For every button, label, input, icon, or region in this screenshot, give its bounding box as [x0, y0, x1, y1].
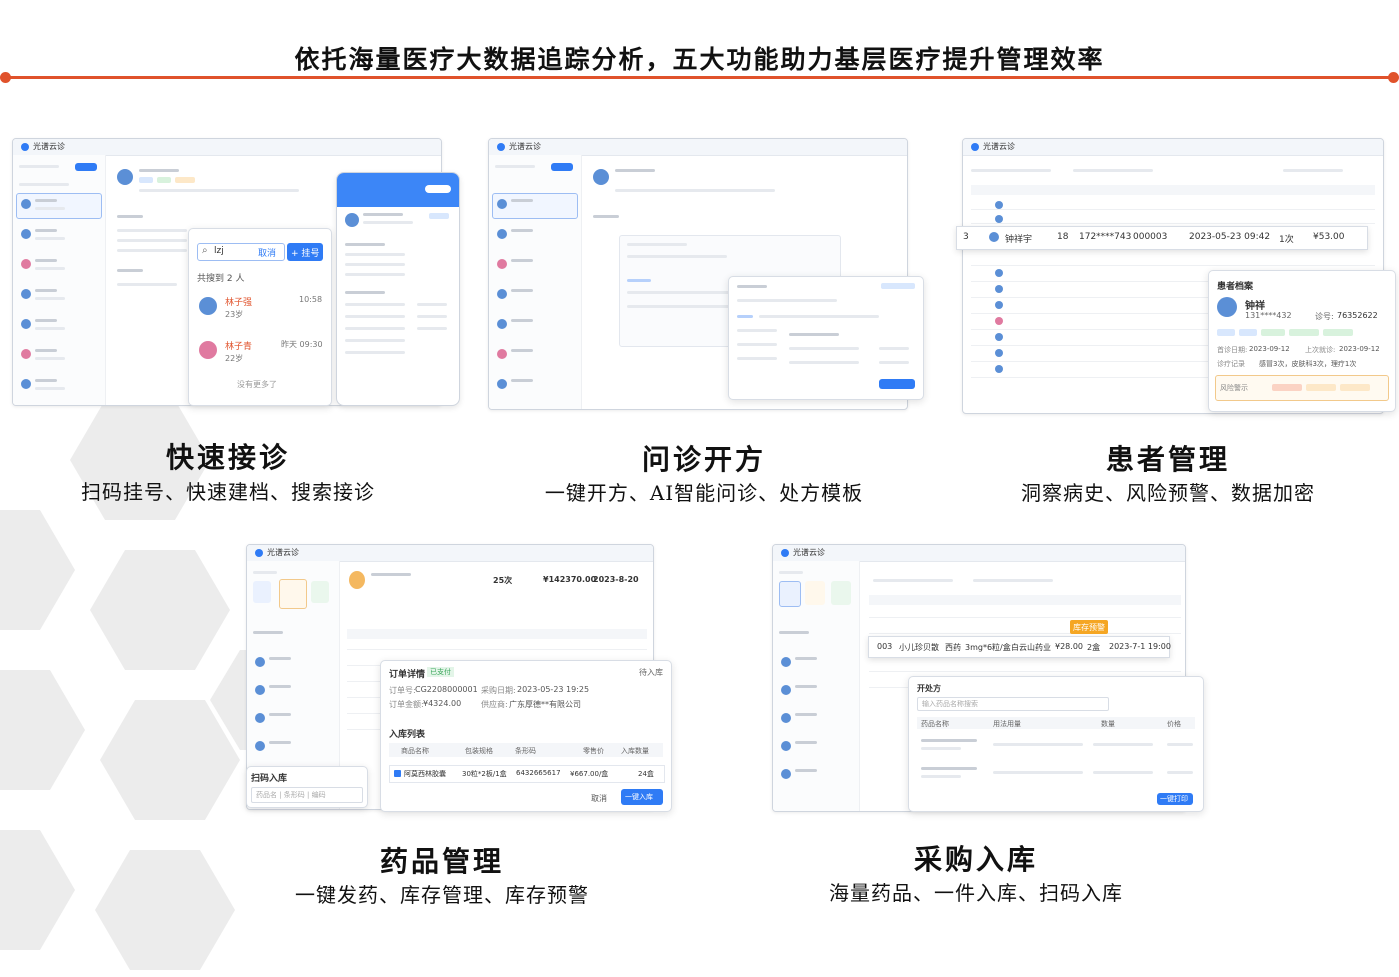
search-query: lzj	[214, 246, 224, 256]
search-cancel-button[interactable]: 取消	[258, 246, 276, 259]
stat-amount: ¥142370.00	[543, 575, 597, 584]
feature-title-patient: 患者管理	[1105, 443, 1230, 476]
patient-archive-panel: 患者档案 钟祥 131****432 诊号: 76352622 首诊日期: 20…	[1208, 270, 1396, 412]
feature-title-reception: 快速接诊	[165, 441, 290, 474]
feature-subtitle-patient: 洞察病史、风险预警、数据加密	[1021, 481, 1315, 505]
inbound-item-row[interactable]: 阿莫西林胶囊 30粒*2板/1盒 6432665617 ¥667.00/盒 24…	[389, 765, 665, 783]
feature-subtitle-purchase: 海量药品、一件入库、扫码入库	[829, 881, 1123, 905]
search-result-count: 共搜到 2 人	[197, 274, 245, 284]
purchase-rx-panel: 开处方 输入药品名称搜索 药品名称 用法用量 数量 价格 一键打印	[908, 676, 1204, 812]
print-button[interactable]: 一键打印	[1157, 793, 1193, 805]
mobile-preview	[336, 172, 460, 406]
patient-search-panel: ⌕ lzj 取消 + 挂号 共搜到 2 人 林子强 23岁 10:58 林子青 …	[188, 228, 332, 406]
page-title: 依托海量医疗大数据追踪分析，五大功能助力基层医疗提升管理效率	[294, 45, 1105, 74]
scan-input[interactable]: 药品名 | 条形码 | 编码	[251, 787, 363, 803]
patient-row-highlighted[interactable]: 3 钟祥宇 18 172****743 000003 2023-05-23 09…	[956, 226, 1368, 250]
divider-dot-right	[1388, 72, 1399, 83]
checkbox-icon[interactable]	[394, 770, 401, 777]
stat-count: 25次	[493, 576, 513, 585]
no-more-text: 没有更多了	[237, 380, 277, 389]
stat-date: 2023-8-20	[593, 575, 639, 584]
search-icon: ⌕	[202, 245, 208, 256]
feature-subtitle-consultation: 一键开方、AI智能问诊、处方模板	[544, 481, 864, 505]
drug-row-highlighted[interactable]: 003 小儿珍贝散 西药 3mg*6粒/盒 白云山药业 ¥28.00 2盒 20…	[868, 636, 1171, 658]
order-detail-panel: 订单详情 已支付 待入库 订单号: CG2208000001 采购日期: 202…	[380, 660, 672, 812]
stock-warning-badge: 库存预警	[1070, 620, 1108, 634]
divider-dot-left	[0, 72, 11, 83]
confirm-inbound-button[interactable]: 一键入库	[621, 789, 663, 805]
feature-subtitle-reception: 扫码挂号、快速建档、搜索接诊	[81, 480, 375, 504]
header-divider	[6, 76, 1393, 79]
scan-in-panel: 扫码入库 药品名 | 条形码 | 编码	[246, 766, 368, 808]
feature-title-drug: 药品管理	[379, 845, 504, 878]
register-button[interactable]: + 挂号	[287, 243, 323, 261]
prescription-panel	[728, 276, 924, 400]
feature-title-purchase: 采购入库	[913, 843, 1038, 876]
drug-search-input[interactable]: 输入药品名称搜索	[917, 697, 1109, 711]
scan-title: 扫码入库	[251, 774, 288, 784]
cancel-button[interactable]: 取消	[591, 793, 607, 804]
patient-search-input[interactable]: ⌕ lzj 取消	[197, 243, 285, 261]
feature-subtitle-drug: 一键发药、库存管理、库存预警	[295, 883, 589, 907]
order-status-badge: 已支付	[427, 667, 454, 677]
feature-title-consultation: 问诊开方	[641, 443, 766, 476]
